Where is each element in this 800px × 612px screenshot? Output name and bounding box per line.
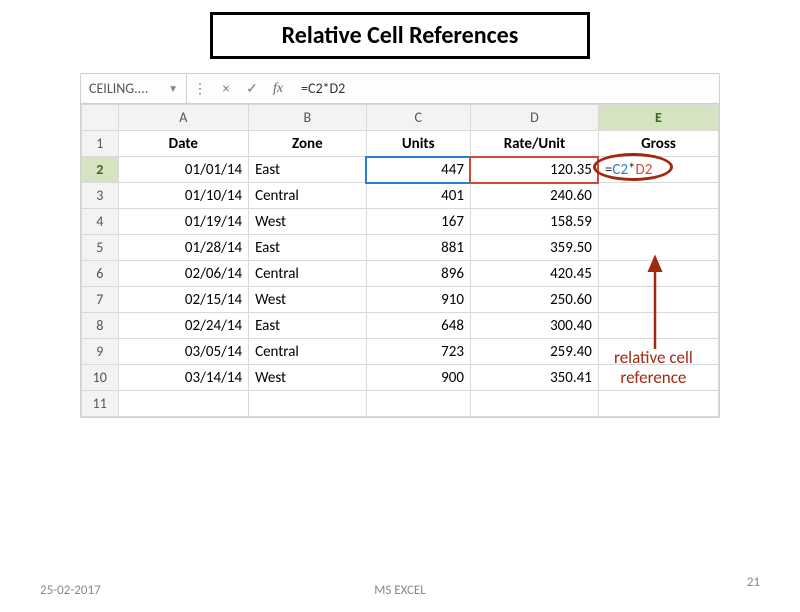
divider-icon: ⋮ <box>187 80 213 97</box>
chevron-down-icon[interactable]: ▼ <box>168 82 178 95</box>
cell[interactable] <box>249 391 366 417</box>
cell[interactable]: West <box>249 365 366 391</box>
cell[interactable]: 158.59 <box>470 209 598 235</box>
footer-page-number: 21 <box>747 575 760 590</box>
footer-title: MS EXCEL <box>374 583 426 598</box>
cell[interactable] <box>118 391 249 417</box>
enter-button[interactable]: ✓ <box>239 80 265 97</box>
cell[interactable]: 240.60 <box>470 183 598 209</box>
cancel-button[interactable]: × <box>213 80 239 97</box>
cell[interactable] <box>598 261 718 287</box>
cell[interactable]: 420.45 <box>470 261 598 287</box>
name-box-text: CEILING.... <box>89 80 148 97</box>
cell[interactable]: West <box>249 287 366 313</box>
cell[interactable] <box>598 391 718 417</box>
annotation-label: relative cell reference <box>614 348 693 387</box>
row-header[interactable]: 6 <box>82 261 119 287</box>
cell-e2-active[interactable]: =C2*D2 <box>598 157 718 183</box>
select-all-corner[interactable] <box>82 105 119 131</box>
cell[interactable]: Central <box>249 183 366 209</box>
footer-date: 25-02-2017 <box>40 583 101 598</box>
cell[interactable]: 01/28/14 <box>118 235 249 261</box>
col-header-e[interactable]: E <box>598 105 718 131</box>
cell[interactable]: 02/15/14 <box>118 287 249 313</box>
cell[interactable]: Central <box>249 261 366 287</box>
cell[interactable]: 167 <box>366 209 470 235</box>
cell[interactable]: East <box>249 313 366 339</box>
cell[interactable]: Units <box>366 131 470 157</box>
cell[interactable]: Gross <box>598 131 718 157</box>
row-header[interactable]: 7 <box>82 287 119 313</box>
cell[interactable]: 910 <box>366 287 470 313</box>
cell-c2[interactable]: 447 <box>366 157 470 183</box>
name-box[interactable]: CEILING.... ▼ <box>81 74 187 103</box>
slide-title: Relative Cell References <box>210 12 590 59</box>
cell[interactable]: East <box>249 157 366 183</box>
cell[interactable]: Date <box>118 131 249 157</box>
cell[interactable] <box>366 391 470 417</box>
col-header-b[interactable]: B <box>249 105 366 131</box>
cell[interactable]: 03/05/14 <box>118 339 249 365</box>
cell[interactable] <box>598 209 718 235</box>
cell[interactable] <box>598 183 718 209</box>
cell[interactable]: 01/01/14 <box>118 157 249 183</box>
row-header[interactable]: 5 <box>82 235 119 261</box>
formula-controls: ⋮ × ✓ fx <box>187 74 291 103</box>
col-header-d[interactable]: D <box>470 105 598 131</box>
row-header[interactable]: 3 <box>82 183 119 209</box>
cell[interactable]: 03/14/14 <box>118 365 249 391</box>
cell[interactable]: 401 <box>366 183 470 209</box>
cell[interactable] <box>598 235 718 261</box>
formula-bar: CEILING.... ▼ ⋮ × ✓ fx =C2*D2 <box>81 74 719 104</box>
cell[interactable]: 881 <box>366 235 470 261</box>
row-header[interactable]: 2 <box>82 157 119 183</box>
cell[interactable]: Central <box>249 339 366 365</box>
cell[interactable]: 01/10/14 <box>118 183 249 209</box>
col-header-a[interactable]: A <box>118 105 249 131</box>
row-header[interactable]: 10 <box>82 365 119 391</box>
cell[interactable]: 02/06/14 <box>118 261 249 287</box>
cell[interactable]: Zone <box>249 131 366 157</box>
cell[interactable] <box>598 313 718 339</box>
cell[interactable]: 02/24/14 <box>118 313 249 339</box>
cell[interactable]: 300.40 <box>470 313 598 339</box>
cell[interactable]: West <box>249 209 366 235</box>
cell[interactable] <box>598 287 718 313</box>
cell[interactable]: East <box>249 235 366 261</box>
cell[interactable]: 359.50 <box>470 235 598 261</box>
formula-ref-d2: D2 <box>635 161 652 179</box>
row-header[interactable]: 4 <box>82 209 119 235</box>
formula-input[interactable]: =C2*D2 <box>291 80 719 97</box>
row-header[interactable]: 8 <box>82 313 119 339</box>
row-header[interactable]: 9 <box>82 339 119 365</box>
cell[interactable]: 900 <box>366 365 470 391</box>
cell[interactable]: 648 <box>366 313 470 339</box>
cell[interactable]: Rate/Unit <box>470 131 598 157</box>
row-header[interactable]: 11 <box>82 391 119 417</box>
cell[interactable] <box>470 391 598 417</box>
cell[interactable]: 896 <box>366 261 470 287</box>
fx-button[interactable]: fx <box>265 81 291 97</box>
formula-ref-c2: C2 <box>612 161 628 179</box>
cell[interactable]: 250.60 <box>470 287 598 313</box>
cell[interactable]: 350.41 <box>470 365 598 391</box>
cell[interactable]: 259.40 <box>470 339 598 365</box>
col-header-c[interactable]: C <box>366 105 470 131</box>
cell-d2[interactable]: 120.35 <box>470 157 598 183</box>
row-header[interactable]: 1 <box>82 131 119 157</box>
cell[interactable]: 723 <box>366 339 470 365</box>
cell[interactable]: 01/19/14 <box>118 209 249 235</box>
